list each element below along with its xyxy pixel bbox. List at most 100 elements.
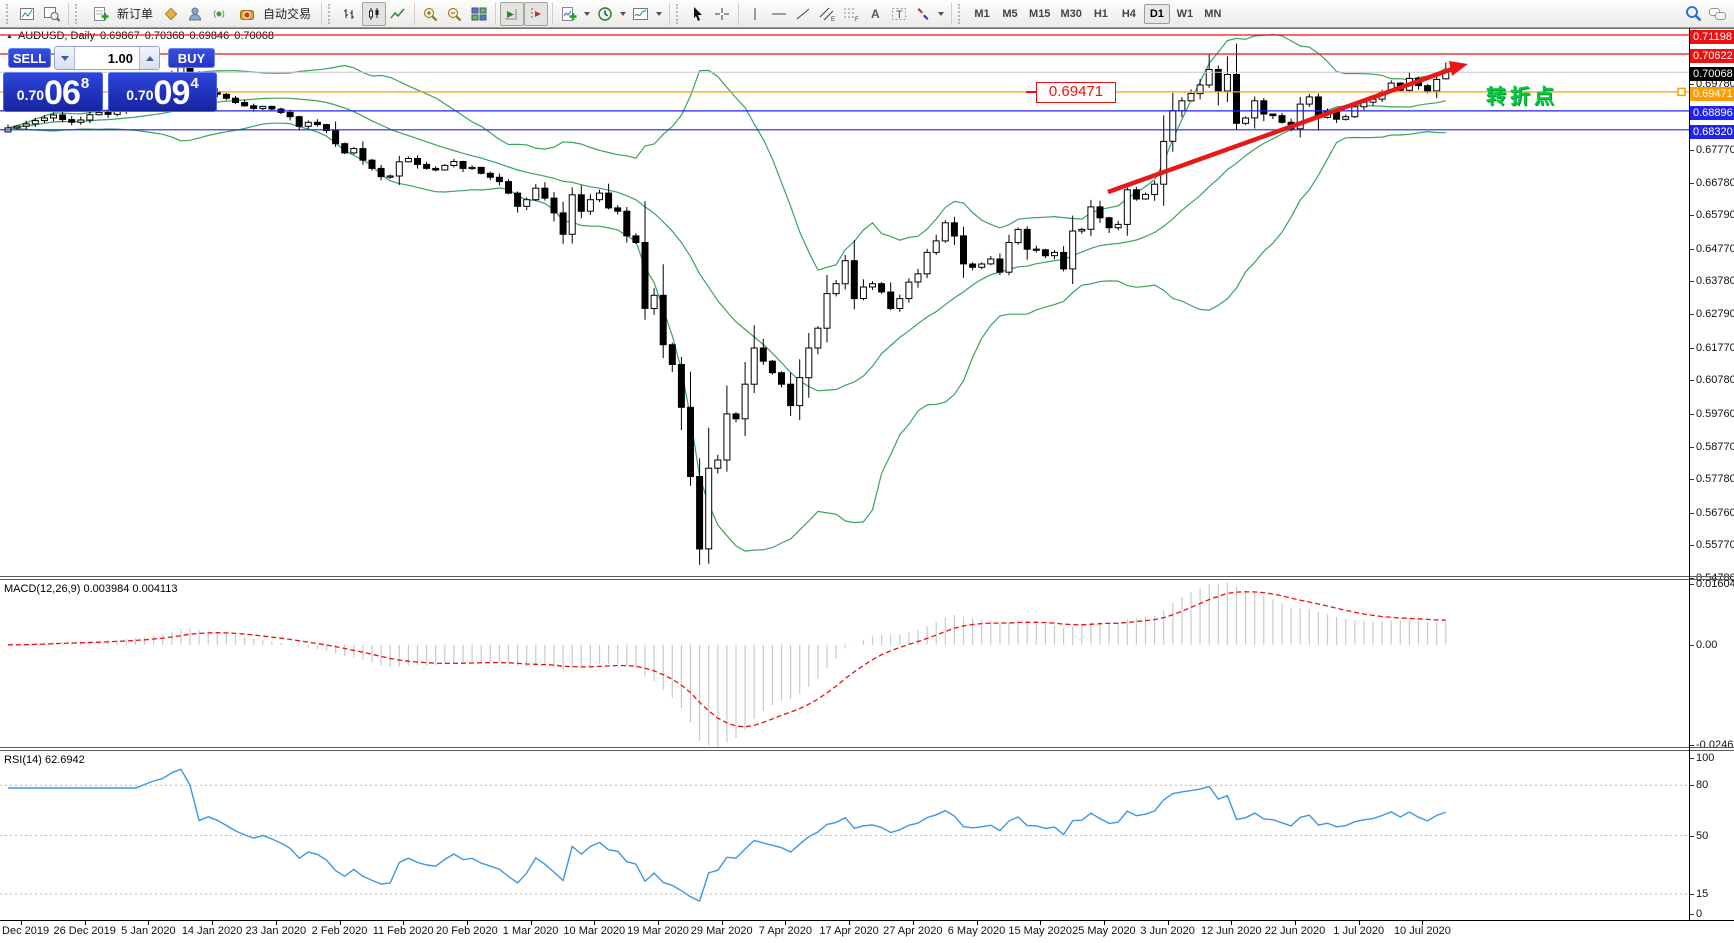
timeframe-m5[interactable]: M5 <box>997 4 1023 24</box>
vertical-line-icon[interactable] <box>743 2 767 26</box>
toolbar-grip[interactable] <box>958 4 964 24</box>
rsi-tick-label: 80 <box>1696 779 1708 791</box>
auto-trading-label: 自动交易 <box>263 5 311 22</box>
horizontal-line-icon[interactable] <box>767 2 791 26</box>
date-label: 19 Mar 2020 <box>623 925 693 937</box>
toolbar: 新订单 自动交易 <box>0 0 1734 28</box>
text-label-icon[interactable]: T <box>887 2 911 26</box>
auto-scroll-icon[interactable] <box>500 2 524 26</box>
sell-price-big: 06 <box>44 78 80 108</box>
rsi-tick-label: 50 <box>1696 830 1708 842</box>
line-chart-icon[interactable] <box>386 2 410 26</box>
toolbar-grip[interactable] <box>75 4 81 24</box>
volume-input[interactable] <box>75 47 139 69</box>
timeframe-m30[interactable]: M30 <box>1056 4 1085 24</box>
data-window-icon[interactable] <box>40 2 64 26</box>
toolbar-separator <box>552 3 553 25</box>
pane-separator[interactable] <box>0 747 1734 748</box>
timeframe-d1[interactable]: D1 <box>1144 4 1170 24</box>
price-level-tag-red[interactable]: 0.71198 <box>1690 30 1734 44</box>
toolbar-grip[interactable] <box>676 4 682 24</box>
buy-price-display[interactable]: 0.70 09 4 <box>108 72 217 112</box>
styler-icon[interactable] <box>159 2 183 26</box>
tile-windows-icon[interactable] <box>467 2 491 26</box>
chart-canvas[interactable] <box>0 28 1689 920</box>
toolbar-grip[interactable] <box>6 4 12 24</box>
pane-separator[interactable] <box>0 576 1734 577</box>
indicators-icon[interactable] <box>557 2 581 26</box>
timeframe-w1[interactable]: W1 <box>1172 4 1198 24</box>
date-label: 7 Apr 2020 <box>750 925 820 937</box>
date-label: 12 Jun 2020 <box>1196 925 1266 937</box>
price-tick-label: 0.59760 <box>1696 408 1734 420</box>
trendline-icon[interactable] <box>791 2 815 26</box>
chat-icon[interactable] <box>1706 2 1730 26</box>
new-order-icon <box>89 2 113 26</box>
triangle-down-icon <box>61 56 69 61</box>
arrows-dropdown-icon[interactable] <box>938 12 944 16</box>
templates-dropdown-icon[interactable] <box>656 12 662 16</box>
timeframe-m15[interactable]: M15 <box>1025 4 1054 24</box>
cursor-icon[interactable] <box>686 2 710 26</box>
equidistant-channel-icon[interactable]: E <box>815 2 839 26</box>
rsi-label: RSI(14) 62.6942 <box>4 754 85 766</box>
community-icon[interactable] <box>183 2 207 26</box>
toolbar-separator <box>414 3 415 25</box>
signals-icon[interactable] <box>207 2 231 26</box>
templates-icon[interactable] <box>629 2 653 26</box>
candle-chart-icon[interactable] <box>362 2 386 26</box>
new-order-button[interactable]: 新订单 <box>85 0 159 28</box>
sell-button[interactable]: SELL <box>8 48 51 68</box>
indicators-dropdown-icon[interactable] <box>584 12 590 16</box>
price-level-tag-blue[interactable]: 0.68896 <box>1690 106 1734 120</box>
price-tick-label: 0.64770 <box>1696 243 1734 255</box>
toolbar-separator <box>495 3 496 25</box>
date-label: 10 Mar 2020 <box>559 925 629 937</box>
buy-button[interactable]: BUY <box>168 48 215 68</box>
bar-chart-icon[interactable] <box>338 2 362 26</box>
price-annotation-label[interactable]: 0.69471 <box>1036 82 1116 103</box>
volume-decrease-button[interactable] <box>55 47 75 69</box>
sell-price-display[interactable]: 0.70 06 8 <box>3 72 103 112</box>
date-label: 1 Mar 2020 <box>496 925 566 937</box>
charts-list-icon[interactable] <box>16 2 40 26</box>
timeframe-h4[interactable]: H4 <box>1116 4 1142 24</box>
date-label: 1 Jul 2020 <box>1324 925 1394 937</box>
triangle-up-icon <box>146 56 154 61</box>
timeframe-h1[interactable]: H1 <box>1088 4 1114 24</box>
price-level-tag-red[interactable]: 0.70622 <box>1690 49 1734 63</box>
price-tick-label: 0.63780 <box>1696 275 1734 287</box>
date-axis-line <box>0 920 1734 921</box>
date-label: 14 Jan 2020 <box>177 925 247 937</box>
timeframe-m1[interactable]: M1 <box>969 4 995 24</box>
search-icon[interactable] <box>1682 2 1706 26</box>
volume-increase-button[interactable] <box>139 47 159 69</box>
periods-dropdown-icon[interactable] <box>620 12 626 16</box>
timeframe-mn[interactable]: MN <box>1200 4 1226 24</box>
timeframe-group: M1M5M15M30H1H4D1W1MN <box>968 4 1227 24</box>
periods-clock-icon[interactable] <box>593 2 617 26</box>
toolbar-separator <box>68 3 69 25</box>
crosshair-icon[interactable] <box>710 2 734 26</box>
price-tick-label: 0.60780 <box>1696 374 1734 386</box>
price-level-tag-bid[interactable]: 0.70068 <box>1690 67 1734 81</box>
zoom-out-icon[interactable] <box>443 2 467 26</box>
chart-shift-icon[interactable] <box>524 2 548 26</box>
toolbar-grip[interactable] <box>328 4 334 24</box>
turning-point-label[interactable]: 转折点 <box>1486 80 1558 109</box>
date-label: 7 Dec 2019 <box>0 925 56 937</box>
svg-text:T: T <box>896 9 903 21</box>
date-label: 23 Jan 2020 <box>241 925 311 937</box>
sell-label: SELL <box>13 51 46 66</box>
date-label: 6 May 2020 <box>942 925 1012 937</box>
price-level-tag-blue[interactable]: 0.68320 <box>1690 125 1734 139</box>
price-tick-label: 0.62790 <box>1696 308 1734 320</box>
arrows-icon[interactable] <box>911 2 935 26</box>
fibonacci-icon[interactable]: F <box>839 2 863 26</box>
price-level-tag-orange[interactable]: 0.69471 <box>1690 87 1734 101</box>
buy-price-pip: 4 <box>190 75 198 92</box>
pane-separator <box>0 579 1734 580</box>
text-icon[interactable]: A <box>863 2 887 26</box>
auto-trading-button[interactable]: 自动交易 <box>231 0 317 28</box>
zoom-in-icon[interactable] <box>419 2 443 26</box>
